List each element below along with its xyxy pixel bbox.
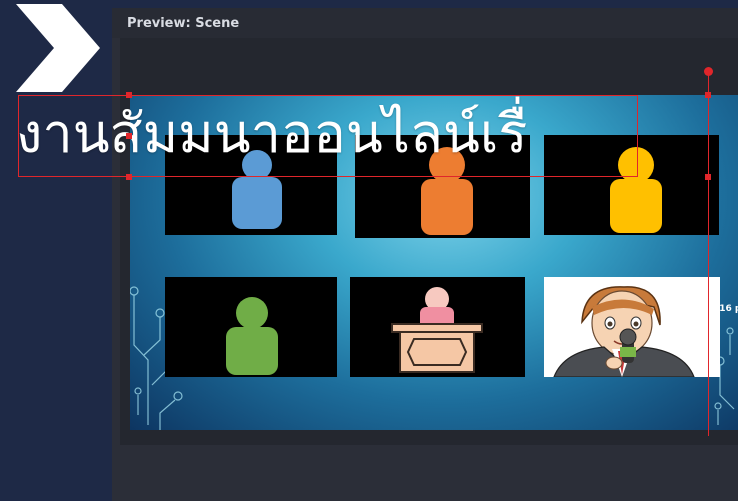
reporter-tile[interactable]	[544, 277, 720, 377]
resize-handle-top[interactable]	[705, 92, 711, 98]
speaker-podium-icon	[391, 287, 483, 373]
person-green-icon	[226, 297, 278, 375]
resize-handle-bottom[interactable]	[705, 174, 711, 180]
speaker-tile[interactable]	[350, 277, 525, 377]
selection-bounding-box[interactable]	[18, 95, 638, 177]
preview-panel: Preview: Scene	[112, 8, 738, 501]
chevron-right-icon	[16, 4, 100, 92]
rotate-handle[interactable]	[704, 67, 713, 76]
alignment-guide	[708, 74, 709, 436]
size-readout: 816 p	[713, 304, 738, 314]
resize-handle-top-left[interactable]	[126, 92, 132, 98]
participant-tile-green[interactable]	[165, 277, 337, 377]
reporter-photo	[553, 286, 695, 377]
resize-handle-left[interactable]	[126, 133, 132, 139]
panel-header: Preview: Scene	[112, 8, 738, 38]
panel-title: Preview: Scene	[127, 16, 240, 31]
resize-handle-bottom-left[interactable]	[126, 174, 132, 180]
panel-bottom-strip	[112, 445, 738, 501]
